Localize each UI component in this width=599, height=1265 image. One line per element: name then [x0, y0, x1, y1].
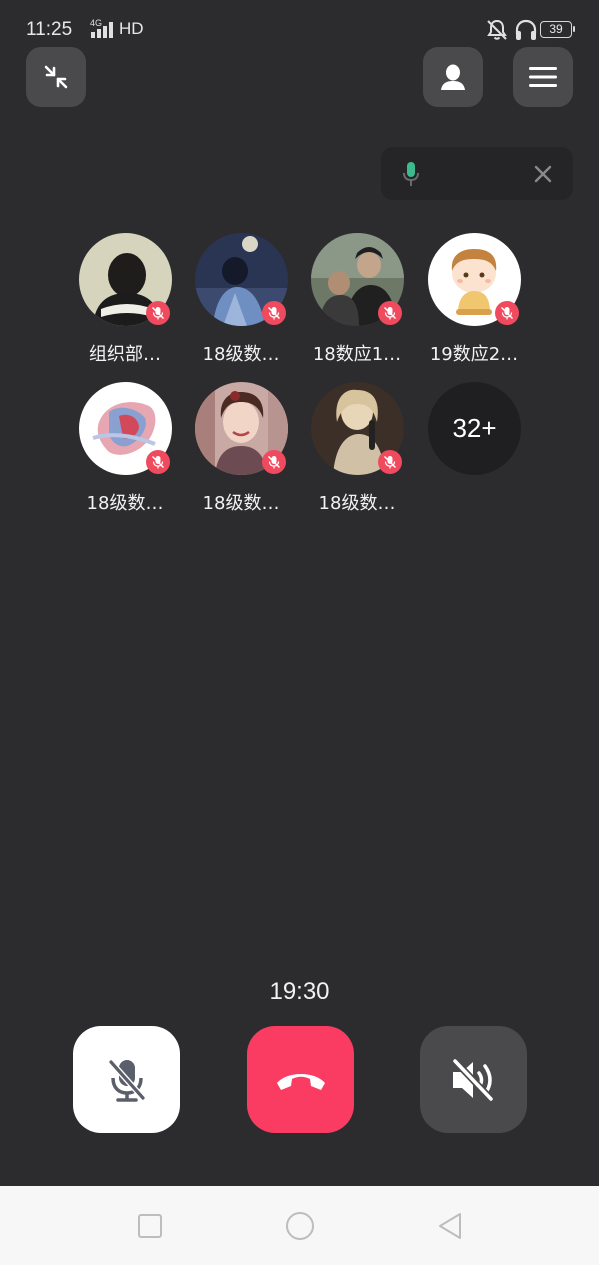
minimize-button[interactable] [26, 47, 86, 107]
muted-badge [378, 450, 402, 474]
mic-off-icon [108, 1059, 145, 1102]
hang-up-button[interactable] [247, 1026, 354, 1133]
muted-badge [146, 301, 170, 325]
mic-off-icon [152, 456, 164, 469]
call-timer: 19:30 [269, 978, 330, 1005]
mic-off-icon [384, 307, 396, 320]
speaker-toggle-button[interactable] [420, 1026, 527, 1133]
signal-icon [91, 22, 113, 38]
add-member-button[interactable] [423, 47, 483, 107]
microphone-icon [403, 162, 419, 186]
participant-name: 组织部… [89, 344, 161, 365]
participant-name: 19数应2… [429, 344, 519, 365]
more-count: 32+ [428, 382, 521, 475]
square-icon [138, 1214, 162, 1238]
muted-badge [495, 301, 519, 325]
participant[interactable]: 18数应1… [302, 233, 412, 373]
mic-off-icon [268, 307, 280, 320]
home-button[interactable] [284, 1210, 316, 1242]
person-icon [441, 64, 465, 90]
mic-off-icon [152, 307, 164, 320]
participant[interactable]: 19数应2… [419, 233, 529, 373]
participant[interactable]: 18级数… [186, 233, 296, 373]
participant-name: 18级数… [202, 493, 280, 514]
circle-icon [286, 1212, 314, 1240]
mute-mic-button[interactable] [73, 1026, 180, 1133]
hang-up-phone-icon [276, 1073, 325, 1090]
muted-badge [378, 301, 402, 325]
recent-apps-button[interactable] [134, 1210, 166, 1242]
participant-name: 18级数… [318, 493, 396, 514]
voice-call-screen: 11:25 4G HD 39 组织部… 18级数… 18数应1… 19数应2… … [0, 0, 599, 1265]
mic-off-icon [501, 307, 513, 320]
more-participants-button[interactable]: 32+ [419, 382, 529, 522]
mic-off-icon [268, 456, 280, 469]
status-time: 11:25 [26, 19, 73, 40]
hamburger-menu-icon [529, 67, 557, 87]
mic-off-icon [384, 456, 396, 469]
minimize-arrows-icon [44, 65, 68, 89]
back-button[interactable] [434, 1210, 466, 1242]
participant-name: 18数应1… [312, 344, 402, 365]
muted-badge [262, 301, 286, 325]
participant-name: 18级数… [202, 344, 280, 365]
hd-label: HD [119, 19, 144, 38]
menu-button[interactable] [513, 47, 573, 107]
muted-badge [146, 450, 170, 474]
participant[interactable]: 18级数… [302, 382, 412, 522]
speaking-indicator [381, 147, 573, 200]
participant-name: 18级数… [86, 493, 164, 514]
headphones-icon [515, 19, 537, 40]
participant[interactable]: 组织部… [70, 233, 180, 373]
system-nav-bar [0, 1186, 599, 1265]
status-bar: 11:25 4G HD 39 [0, 0, 599, 60]
bell-mute-icon [487, 19, 507, 40]
participant[interactable]: 18级数… [70, 382, 180, 522]
muted-badge [262, 450, 286, 474]
back-triangle-icon [439, 1213, 461, 1239]
speaker-mute-icon [451, 1058, 494, 1101]
close-icon[interactable] [532, 163, 554, 185]
battery-indicator: 39 [540, 21, 575, 38]
participant[interactable]: 18级数… [186, 382, 296, 522]
